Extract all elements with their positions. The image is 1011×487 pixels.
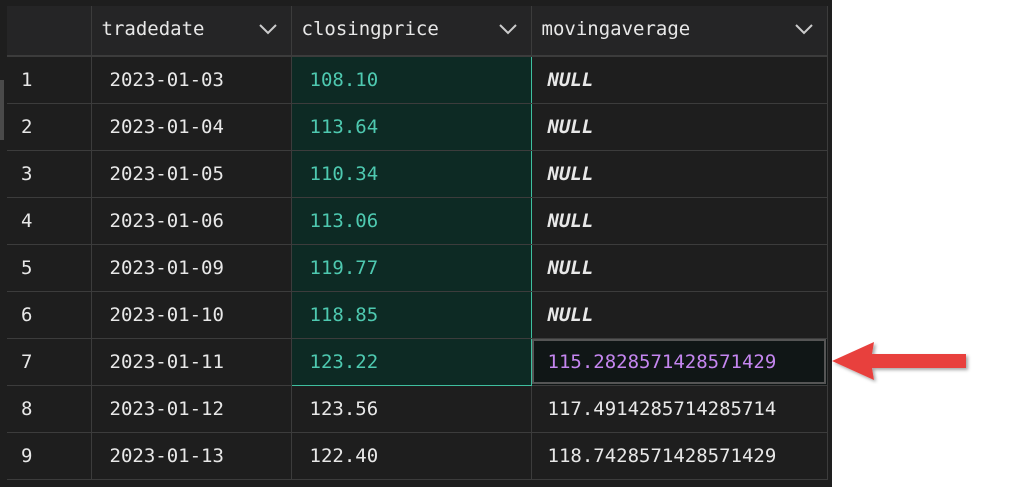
tradedate-cell[interactable]: 2023-01-12	[91, 385, 292, 433]
table-row[interactable]: 1 2023-01-03 108.10 NULL	[7, 55, 828, 104]
closingprice-cell[interactable]: 122.40	[291, 432, 532, 480]
chevron-down-icon[interactable]	[794, 23, 813, 35]
table-row[interactable]: 7 2023-01-11 123.22 115.2828571428571429	[7, 338, 828, 386]
column-header-label: movingaverage	[541, 18, 691, 40]
scrollbar-thumb[interactable]	[0, 80, 4, 140]
row-number-cell[interactable]: 4	[7, 197, 92, 245]
tradedate-cell[interactable]: 2023-01-11	[91, 338, 292, 386]
row-number-cell[interactable]: 9	[7, 432, 92, 480]
movingaverage-cell[interactable]: 117.4914285714285714	[531, 385, 828, 433]
row-number-cell[interactable]: 6	[7, 291, 92, 339]
column-header-movingaverage[interactable]: movingaverage	[531, 6, 828, 57]
tradedate-cell[interactable]: 2023-01-06	[91, 197, 292, 245]
table-row[interactable]: 8 2023-01-12 123.56 117.4914285714285714	[7, 385, 828, 433]
results-grid: tradedate closingprice movingaverage 1 2…	[0, 0, 832, 487]
movingaverage-cell[interactable]: NULL	[531, 244, 828, 292]
closingprice-cell[interactable]: 123.56	[291, 385, 532, 433]
header-row: tradedate closingprice movingaverage	[7, 6, 828, 57]
row-number-cell[interactable]: 1	[7, 56, 92, 104]
row-number-cell[interactable]: 3	[7, 150, 92, 198]
tradedate-cell[interactable]: 2023-01-04	[91, 103, 292, 151]
row-number-cell[interactable]: 2	[7, 103, 92, 151]
closingprice-cell[interactable]: 113.64	[290, 103, 532, 151]
movingaverage-cell[interactable]: NULL	[531, 150, 828, 198]
row-number-header	[7, 6, 92, 57]
movingaverage-cell[interactable]: NULL	[531, 103, 828, 151]
tradedate-cell[interactable]: 2023-01-05	[91, 150, 292, 198]
row-number-cell[interactable]: 7	[7, 338, 92, 386]
tradedate-cell[interactable]: 2023-01-09	[91, 244, 292, 292]
movingaverage-cell[interactable]: NULL	[531, 56, 828, 104]
closingprice-cell[interactable]: 118.85	[290, 291, 532, 339]
red-arrow-icon	[832, 342, 966, 380]
closingprice-cell[interactable]: 123.22	[290, 338, 532, 386]
table-row[interactable]: 5 2023-01-09 119.77 NULL	[7, 244, 828, 292]
tradedate-cell[interactable]: 2023-01-13	[91, 432, 292, 480]
table-row[interactable]: 6 2023-01-10 118.85 NULL	[7, 291, 828, 339]
column-header-label: closingprice	[301, 18, 439, 40]
closingprice-cell[interactable]: 119.77	[290, 244, 532, 292]
chevron-down-icon[interactable]	[498, 23, 517, 35]
column-header-tradedate[interactable]: tradedate	[91, 6, 292, 57]
movingaverage-cell[interactable]: NULL	[531, 291, 828, 339]
table-row[interactable]: 2 2023-01-04 113.64 NULL	[7, 103, 828, 151]
closingprice-cell[interactable]: 110.34	[290, 150, 532, 198]
table-row[interactable]: 4 2023-01-06 113.06 NULL	[7, 197, 828, 245]
movingaverage-cell-highlighted[interactable]: 115.2828571428571429	[531, 338, 828, 386]
column-header-label: tradedate	[101, 18, 205, 40]
closingprice-cell[interactable]: 108.10	[290, 55, 532, 104]
table-row[interactable]: 3 2023-01-05 110.34 NULL	[7, 150, 828, 198]
row-number-cell[interactable]: 5	[7, 244, 92, 292]
movingaverage-cell[interactable]: 118.7428571428571429	[531, 432, 828, 480]
closingprice-cell[interactable]: 113.06	[290, 197, 532, 245]
tradedate-cell[interactable]: 2023-01-10	[91, 291, 292, 339]
tradedate-cell[interactable]: 2023-01-03	[91, 56, 292, 104]
results-table: tradedate closingprice movingaverage 1 2…	[7, 6, 828, 480]
chevron-down-icon[interactable]	[258, 23, 277, 35]
row-number-cell[interactable]: 8	[7, 385, 92, 433]
movingaverage-cell[interactable]: NULL	[531, 197, 828, 245]
column-header-closingprice[interactable]: closingprice	[291, 6, 532, 57]
table-row[interactable]: 9 2023-01-13 122.40 118.7428571428571429	[7, 432, 828, 480]
